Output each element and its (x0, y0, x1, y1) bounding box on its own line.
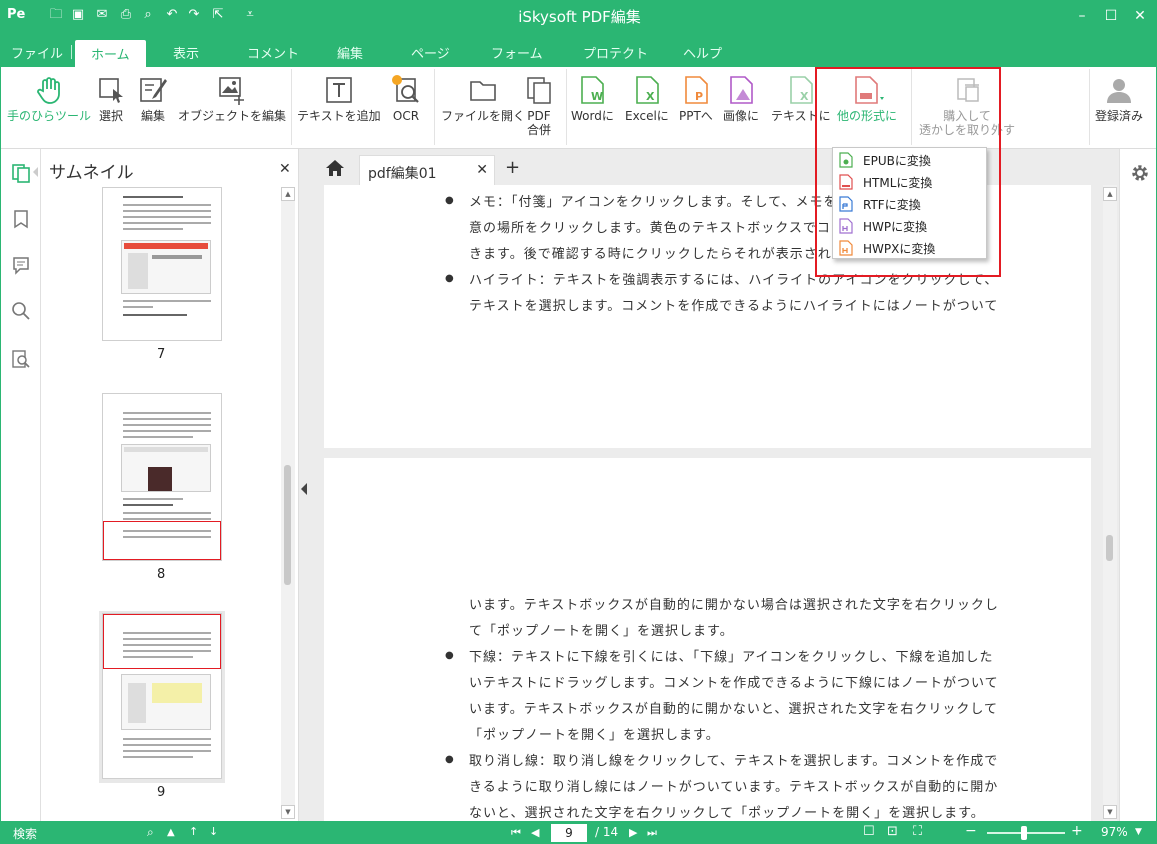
find-up-icon[interactable]: ↑ (189, 825, 198, 838)
folder-icon (470, 81, 496, 101)
registered-button[interactable]: 登録済み (1095, 75, 1143, 123)
maximize-button[interactable]: ☐ (1100, 5, 1122, 27)
document-scroll-up[interactable]: ▲ (1103, 187, 1117, 201)
ocr-button[interactable]: OCR (391, 75, 421, 123)
thumbnail-scroll-up[interactable]: ▲ (281, 187, 295, 201)
word-file-icon: W (581, 76, 605, 104)
menu-bar: ファイル ホーム 表示 コメント 編集 ページ フォーム プロテクト ヘルプ (1, 31, 1156, 67)
search-label: 検索 (13, 827, 38, 841)
thumbnail-page-number-7: 7 (157, 347, 166, 362)
search-icon[interactable] (11, 301, 31, 321)
edit-object-icon (219, 77, 244, 105)
close-panel-icon[interactable]: ✕ (279, 161, 291, 177)
collapse-panel-handle[interactable] (299, 459, 309, 515)
edit-object-button[interactable]: オブジェクトを編集 (178, 75, 286, 123)
comment-icon[interactable] (11, 255, 31, 275)
zoom-slider-handle[interactable] (1021, 826, 1027, 840)
to-excel-button[interactable]: X Excelに (625, 75, 669, 123)
svg-text:X: X (800, 90, 809, 103)
annotation-highlight-box (815, 67, 1001, 277)
tab-file[interactable]: ファイル (11, 43, 63, 62)
zoom-level[interactable]: 97% (1101, 825, 1128, 839)
settings-gear-icon[interactable] (1130, 163, 1150, 183)
tab-edit[interactable]: 編集 (337, 43, 363, 62)
first-page-icon[interactable]: ⏮ (511, 826, 521, 840)
edit-icon (140, 78, 167, 102)
add-text-icon (326, 77, 352, 103)
bookmark-icon[interactable] (11, 209, 31, 229)
open-file-button[interactable]: ファイルを開く (441, 75, 525, 123)
document-scrollbar[interactable] (1103, 185, 1117, 821)
text-file-icon: X (790, 76, 813, 104)
user-icon (1107, 79, 1131, 103)
svg-text:W: W (591, 90, 603, 103)
prev-page-icon[interactable]: ◀ (531, 826, 539, 839)
thumbnail-page-number-9: 9 (157, 785, 166, 800)
ppt-file-icon: P (685, 76, 708, 104)
minimize-button[interactable]: – (1071, 5, 1093, 27)
to-word-button[interactable]: W Wordに (571, 75, 614, 123)
thumbnail-page-9[interactable] (102, 613, 222, 779)
single-page-icon[interactable]: ☐ (863, 824, 875, 839)
zoom-in-icon[interactable]: + (1071, 823, 1083, 839)
pdf-merge-button[interactable]: PDF 合併 (524, 75, 554, 137)
app-window: Pe 🗀 ▣ ✉ ⎙ ⌕ ↶ ↷ ⇱ ⩡ iSkysoft PDF編集 – ☐ … (0, 0, 1157, 844)
to-image-button[interactable]: 画像に (723, 75, 759, 123)
fit-page-icon[interactable]: ⊡ (887, 824, 898, 839)
tab-home[interactable]: ホーム (75, 40, 146, 67)
tab-form[interactable]: フォーム (491, 43, 543, 62)
merge-icon (527, 77, 551, 104)
thumbnail-panel: サムネイル ✕ 7 8 9 ▲ ▼ (41, 149, 299, 821)
right-panel (1119, 149, 1156, 821)
edit-button[interactable]: 編集 (138, 75, 168, 123)
find-prev-icon[interactable]: ▲ (167, 827, 175, 838)
close-button[interactable]: ✕ (1129, 5, 1151, 27)
excel-file-icon: X (636, 76, 659, 104)
left-sidebar (1, 149, 41, 821)
add-text-button[interactable]: テキストを追加 (297, 75, 381, 123)
hand-tool-button[interactable]: 手のひらツール (7, 75, 91, 123)
new-tab-icon[interactable]: + (505, 157, 520, 178)
to-ppt-button[interactable]: P PPTへ (679, 75, 713, 123)
next-page-icon[interactable]: ▶ (629, 826, 637, 839)
find-icon[interactable]: ⌕ (147, 825, 154, 840)
last-page-icon[interactable]: ⏭ (647, 826, 657, 840)
search-document-icon[interactable] (11, 349, 31, 369)
ocr-icon (392, 75, 419, 103)
document-scroll-thumb[interactable] (1106, 535, 1113, 561)
thumbnail-scroll-thumb[interactable] (284, 465, 291, 585)
thumbnail-page-8[interactable] (102, 393, 222, 561)
svg-text:X: X (646, 90, 655, 103)
tab-protect[interactable]: プロテクト (583, 43, 648, 62)
document-tab[interactable]: pdf編集01 ✕ (359, 155, 495, 185)
find-down-icon[interactable]: ↓ (209, 825, 218, 838)
zoom-dropdown-icon[interactable]: ▼ (1135, 827, 1142, 837)
close-tab-icon[interactable]: ✕ (476, 162, 488, 178)
image-file-icon (730, 76, 753, 104)
tab-help[interactable]: ヘルプ (683, 43, 722, 62)
tab-page[interactable]: ページ (411, 43, 450, 62)
title-bar: Pe 🗀 ▣ ✉ ⎙ ⌕ ↶ ↷ ⇱ ⩡ iSkysoft PDF編集 – ☐ … (1, 1, 1156, 31)
thumbnail-page-number-8: 8 (157, 567, 166, 582)
hand-icon (37, 77, 60, 104)
thumbnail-page-7[interactable] (102, 187, 222, 341)
select-icon (99, 78, 123, 103)
pdf-page-lower: います。テキストボックスが自動的に開かない場合は選択された文字を右クリックし て… (324, 458, 1091, 821)
tab-view[interactable]: 表示 (173, 43, 199, 62)
thumbnail-scroll-down[interactable]: ▼ (281, 805, 295, 819)
fit-width-icon[interactable]: ⛶ (913, 824, 922, 839)
svg-text:P: P (695, 90, 703, 103)
page-number-input[interactable]: 9 (551, 824, 587, 842)
thumbnails-icon[interactable] (11, 163, 31, 183)
thumbnail-panel-title: サムネイル (49, 163, 134, 183)
document-scroll-down[interactable]: ▼ (1103, 805, 1117, 819)
window-title: iSkysoft PDF編集 (518, 8, 641, 26)
status-bar: 検索 ⌕ ▲ ↑ ↓ ⏮ ◀ 9 / 14 ▶ ⏭ ☐ ⊡ ⛶ − + 97% … (1, 821, 1156, 843)
tab-comment[interactable]: コメント (247, 43, 299, 62)
page-total: / 14 (595, 825, 619, 839)
select-button[interactable]: 選択 (96, 75, 126, 123)
zoom-out-icon[interactable]: − (965, 823, 977, 839)
home-icon[interactable] (325, 159, 345, 177)
